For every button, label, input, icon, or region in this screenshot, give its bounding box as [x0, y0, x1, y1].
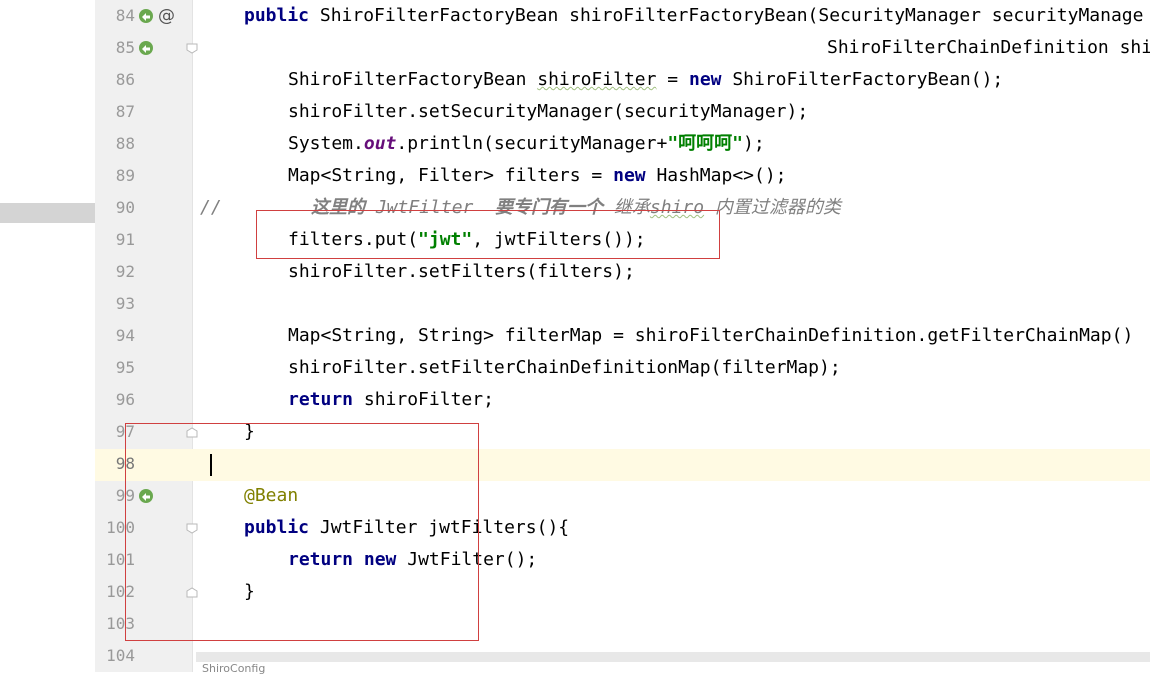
line-number: 84 [115, 6, 135, 25]
line-number: 86 [115, 70, 135, 89]
line-number: 85 [115, 38, 135, 57]
code-text: Map<String, Filter> filters = [288, 165, 614, 186]
code-text: Map<String, String> filterMap = shiroFil… [288, 325, 1134, 346]
line-number: 89 [115, 166, 135, 185]
line-number: 90 [115, 198, 135, 217]
line-number: 94 [115, 326, 135, 345]
line-number: 104 [106, 646, 135, 665]
code-text: shiroFilter.setFilterChainDefinitionMap(… [288, 357, 841, 378]
keyword: public [244, 5, 310, 26]
line-number: 96 [115, 390, 135, 409]
code-text: HashMap<>(); [645, 165, 787, 186]
comment-slashes: // [200, 197, 222, 218]
left-panel-strip [0, 0, 95, 672]
code-line-89: Map<String, Filter> filters = new HashMa… [288, 160, 787, 192]
code-line-86: ShiroFilterFactoryBean shiroFilter = new… [288, 64, 1003, 96]
comment-segment: 内置过滤器的类 [704, 197, 841, 218]
line-number: 92 [115, 262, 135, 281]
code-line-94: Map<String, String> filterMap = shiroFil… [288, 320, 1133, 352]
code-text: ShiroFilterFactoryBean [288, 69, 538, 90]
code-text: ); [743, 133, 765, 154]
line-number: 88 [115, 134, 135, 153]
highlight-box-jwt-bean [125, 423, 479, 641]
code-line-92: shiroFilter.setFilters(filters); [288, 256, 635, 288]
code-text: ShiroFilterFactoryBean shiroFilterFactor… [309, 5, 1144, 26]
code-line-84: public ShiroFilterFactoryBean shiroFilte… [244, 0, 1143, 32]
code-line-90-comment: // [200, 192, 222, 224]
code-text: ShiroFilterFactoryBean(); [721, 69, 1004, 90]
static-field: out [363, 133, 397, 154]
code-text: .println(securityManager+ [396, 133, 668, 154]
horizontal-scrollbar[interactable] [196, 652, 1150, 662]
code-text: ShiroFilterChainDefinition shi [827, 37, 1150, 58]
spring-bean-run-icon[interactable] [138, 40, 154, 56]
code-line-96: return shiroFilter; [288, 384, 494, 416]
code-text: shiroFilter.setFilters(filters); [288, 261, 635, 282]
highlight-box-filters-put [256, 210, 720, 259]
spring-bean-run-icon[interactable] [138, 8, 154, 24]
code-text: = [656, 69, 689, 90]
code-line-87: shiroFilter.setSecurityManager(securityM… [288, 96, 808, 128]
code-line-95: shiroFilter.setFilterChainDefinitionMap(… [288, 352, 841, 384]
code-text: shiroFilter.setSecurityManager(securityM… [288, 101, 809, 122]
code-line-85: ShiroFilterChainDefinition shi [827, 32, 1150, 64]
line-number: 93 [115, 294, 135, 313]
keyword: new [688, 69, 722, 90]
keyword: new [613, 165, 646, 186]
keyword: return [288, 389, 354, 410]
breadcrumb-file[interactable]: ShiroConfig [202, 663, 265, 674]
line-number: 91 [115, 230, 135, 249]
left-panel-scroll-thumb[interactable] [0, 203, 95, 223]
code-text: System. [288, 133, 364, 154]
line-number: 95 [115, 358, 135, 377]
line-number: 87 [115, 102, 135, 121]
fold-marker-icon[interactable] [186, 43, 198, 54]
code-line-88: System.out.println(securityManager+"呵呵呵"… [288, 128, 765, 160]
at-annotation-icon: @ [158, 6, 175, 26]
code-text: shiroFilter; [353, 389, 494, 410]
variable-name: shiroFilter [537, 69, 657, 90]
string-literal: "呵呵呵" [667, 133, 743, 154]
